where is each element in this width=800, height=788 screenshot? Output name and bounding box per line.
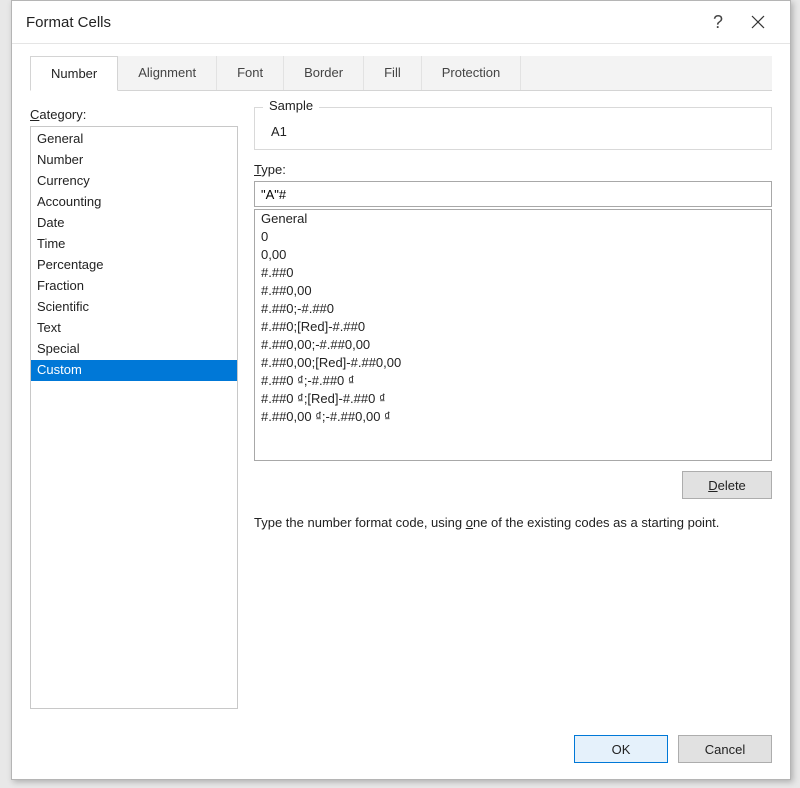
dialog-title: Format Cells xyxy=(26,14,698,31)
hint-text: Type the number format code, using one o… xyxy=(254,515,772,530)
tab-number[interactable]: Number xyxy=(30,56,118,91)
ok-button[interactable]: OK xyxy=(574,735,668,763)
category-item[interactable]: Date xyxy=(31,213,237,234)
sample-group: Sample A1 xyxy=(254,107,772,150)
type-option[interactable]: #.##0 ₫;[Red]-#.##0 ₫ xyxy=(255,390,771,408)
delete-row: Delete xyxy=(254,471,772,499)
type-label: Type: xyxy=(254,162,772,177)
sample-value: A1 xyxy=(267,120,759,139)
dialog-footer: OK Cancel xyxy=(12,723,790,779)
close-button[interactable] xyxy=(738,2,778,42)
category-item[interactable]: Text xyxy=(31,318,237,339)
category-item[interactable]: Scientific xyxy=(31,297,237,318)
tab-font[interactable]: Font xyxy=(217,56,284,90)
category-item[interactable]: Custom xyxy=(31,360,237,381)
sample-legend: Sample xyxy=(263,98,319,113)
type-listbox[interactable]: General00,00#.##0#.##0,00#.##0;-#.##0#.#… xyxy=(254,209,772,461)
category-item[interactable]: Number xyxy=(31,150,237,171)
type-option[interactable]: #.##0,00 ₫;-#.##0,00 ₫ xyxy=(255,408,771,426)
type-option[interactable]: 0,00 xyxy=(255,246,771,264)
category-item[interactable]: Currency xyxy=(31,171,237,192)
category-column: Category: GeneralNumberCurrencyAccountin… xyxy=(30,107,238,709)
tab-alignment[interactable]: Alignment xyxy=(118,56,217,90)
category-item[interactable]: General xyxy=(31,129,237,150)
tab-fill[interactable]: Fill xyxy=(364,56,422,90)
tab-protection[interactable]: Protection xyxy=(422,56,522,90)
type-option[interactable]: #.##0;-#.##0 xyxy=(255,300,771,318)
category-label: Category: xyxy=(30,107,238,122)
type-input[interactable] xyxy=(254,181,772,207)
type-option[interactable]: #.##0;[Red]-#.##0 xyxy=(255,318,771,336)
type-option[interactable]: #.##0 ₫;-#.##0 ₫ xyxy=(255,372,771,390)
category-listbox[interactable]: GeneralNumberCurrencyAccountingDateTimeP… xyxy=(30,126,238,709)
titlebar: Format Cells ? xyxy=(12,1,790,44)
cancel-button[interactable]: Cancel xyxy=(678,735,772,763)
category-item[interactable]: Special xyxy=(31,339,237,360)
type-option[interactable]: 0 xyxy=(255,228,771,246)
tab-bar: Number Alignment Font Border Fill Protec… xyxy=(30,56,772,91)
dialog-body: Number Alignment Font Border Fill Protec… xyxy=(12,44,790,723)
type-option[interactable]: #.##0,00 xyxy=(255,282,771,300)
category-item[interactable]: Fraction xyxy=(31,276,237,297)
type-option[interactable]: General xyxy=(255,210,771,228)
type-option[interactable]: #.##0,00;-#.##0,00 xyxy=(255,336,771,354)
close-icon xyxy=(751,15,765,29)
tab-border[interactable]: Border xyxy=(284,56,364,90)
category-item[interactable]: Time xyxy=(31,234,237,255)
type-option[interactable]: #.##0,00;[Red]-#.##0,00 xyxy=(255,354,771,372)
category-item[interactable]: Accounting xyxy=(31,192,237,213)
details-column: Sample A1 Type: General00,00#.##0#.##0,0… xyxy=(254,107,772,709)
number-pane: Category: GeneralNumberCurrencyAccountin… xyxy=(30,91,772,709)
type-option[interactable]: #.##0 xyxy=(255,264,771,282)
help-button[interactable]: ? xyxy=(698,2,738,42)
category-item[interactable]: Percentage xyxy=(31,255,237,276)
delete-button[interactable]: Delete xyxy=(682,471,772,499)
format-cells-dialog: Format Cells ? Number Alignment Font Bor… xyxy=(11,0,791,780)
